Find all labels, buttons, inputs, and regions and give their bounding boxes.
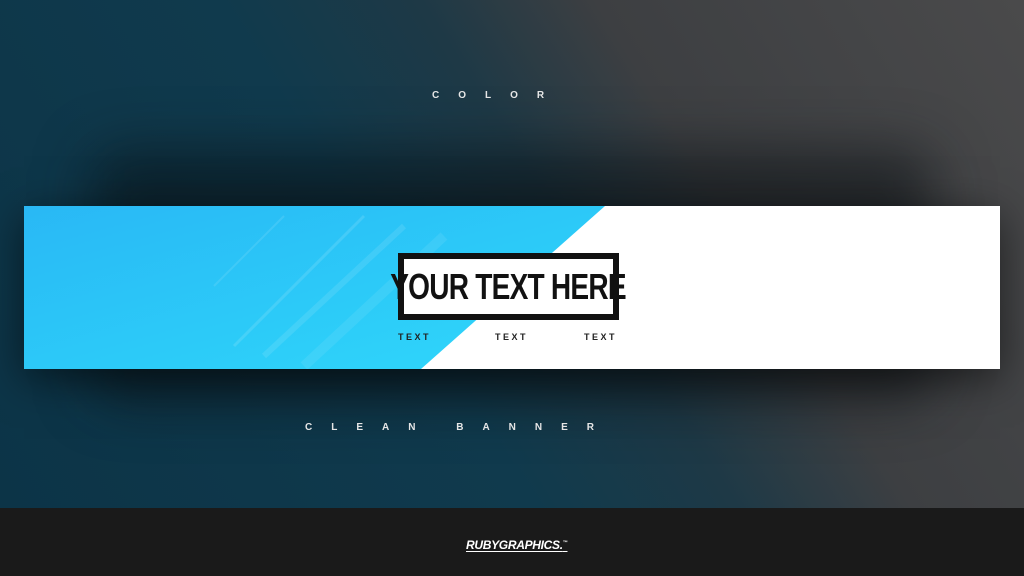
footer: RUBYGRAPHICS.™ — [0, 508, 1024, 576]
banner: YOUR TEXT HERE TEXT TEXT TEXT — [24, 206, 1000, 369]
subtext-center: TEXT — [495, 332, 529, 342]
subtext-left: TEXT — [398, 332, 432, 342]
subtext-right: TEXT — [584, 332, 618, 342]
bottom-label: CLEAN BANNER — [305, 422, 613, 433]
title-box: YOUR TEXT HERE — [391, 253, 627, 320]
brand-logo: RUBYGRAPHICS.™ — [466, 538, 568, 552]
top-label: COLOR — [432, 90, 564, 101]
banner-title: YOUR TEXT HERE — [390, 265, 627, 307]
trademark-mark: ™ — [562, 540, 568, 546]
brand-name: RUBYGRAPHICS. — [466, 538, 563, 552]
